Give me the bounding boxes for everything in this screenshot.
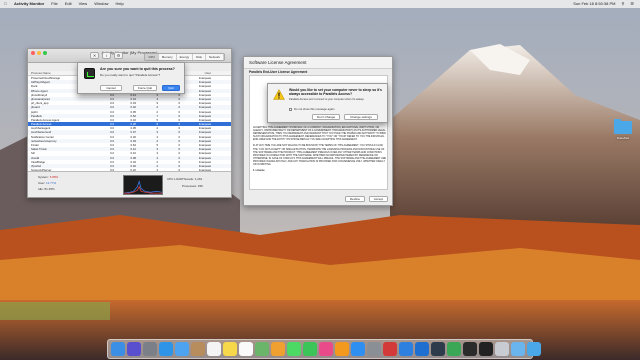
chrome-icon[interactable] [447, 342, 461, 356]
menu-window[interactable]: Window [94, 0, 108, 8]
folder-label: DokuStor [616, 136, 630, 140]
tab-cpu[interactable]: CPU [145, 54, 159, 60]
launchpad-icon[interactable] [143, 342, 157, 356]
facetime-icon[interactable] [303, 342, 317, 356]
change-settings-button[interactable]: Change settings [344, 114, 378, 120]
tab-energy[interactable]: Energy [177, 54, 194, 60]
license-paragraph: ACCEPTING THIS AGREEMENT ON BEHALF OF A … [253, 126, 386, 142]
folder-icon[interactable] [511, 342, 525, 356]
trash-icon[interactable] [495, 342, 509, 356]
app-icon-2[interactable] [431, 342, 445, 356]
reminders-icon[interactable] [239, 342, 253, 356]
menu-file[interactable]: File [51, 0, 57, 8]
messages-icon[interactable] [287, 342, 301, 356]
terminal-icon[interactable] [479, 342, 493, 356]
license-paragraph: IF AT ANY TIME YOU ARE NOT WILLING TO BE… [253, 144, 387, 167]
ibooks-icon[interactable] [335, 342, 349, 356]
safari-icon[interactable] [159, 342, 173, 356]
appstore-icon[interactable] [351, 342, 365, 356]
gear-menu-button[interactable]: ⚙ [114, 52, 123, 59]
processes-stat: Processes: 339 [182, 184, 203, 188]
quit-process-sheet: Are you sure you want to quit this proce… [77, 62, 185, 94]
license-window: Software License Agreement Parallels End… [243, 56, 393, 206]
itunes-icon[interactable] [319, 342, 333, 356]
accept-button[interactable]: Accept [369, 196, 388, 202]
parallels-icon[interactable] [383, 342, 397, 356]
tab-network[interactable]: Network [206, 54, 224, 60]
threads-stat: Threads: 1,291 [182, 177, 203, 181]
dock [107, 339, 541, 359]
calendar-icon[interactable] [207, 342, 221, 356]
force-quit-button[interactable]: Force Quit [133, 85, 157, 91]
contacts-icon[interactable] [191, 342, 205, 356]
minimize-button[interactable] [37, 51, 41, 55]
quit-sheet-message: Do you really want to quit "Parallels Ac… [100, 73, 161, 77]
user-stat: User: 12.77% [38, 181, 57, 185]
license-section-heading: 1. License [253, 169, 265, 173]
dont-show-again-checkbox[interactable]: Do not show this message again [289, 107, 334, 111]
folder-icon [614, 119, 632, 134]
stop-process-button[interactable]: ✕ [90, 52, 99, 59]
sleep-alert-title: Would you like to set your computer neve… [289, 88, 382, 96]
menubar-clock[interactable]: Sun Feb 18 8:50:38 PM [573, 0, 615, 8]
spotlight-icon[interactable]: ⚲ [621, 0, 624, 8]
activity-monitor-icon [84, 68, 95, 79]
cancel-button[interactable]: Cancel [100, 85, 122, 91]
cpu-load-graph [123, 175, 163, 195]
sleep-alert-message: Parallels Access won't connect to your c… [289, 98, 365, 101]
menu-app-name[interactable]: Activity Monitor [14, 0, 44, 8]
menu-view[interactable]: View [79, 0, 88, 8]
notification-center-icon[interactable]: ☰ [630, 0, 634, 8]
activity-monitor-toolbar: Activity Monitor (My Processes) ✕ i ⚙ CP… [28, 49, 231, 63]
preferences-icon[interactable] [367, 342, 381, 356]
inspect-button[interactable]: i [102, 52, 111, 59]
finder-icon[interactable] [111, 342, 125, 356]
checkbox-label: Do not show this message again [294, 107, 335, 111]
apple-icon[interactable]:  [4, 0, 7, 8]
column-header-user[interactable]: User [184, 71, 214, 75]
menu-edit[interactable]: Edit [65, 0, 72, 8]
system-stat: System: 5.88% [38, 175, 59, 179]
license-text: ACCEPTING THIS AGREEMENT ON BEHALF OF A … [253, 126, 386, 175]
maps-icon[interactable] [255, 342, 269, 356]
siri-icon[interactable] [127, 342, 141, 356]
license-subtitle: Parallels End-User License Agreement [249, 70, 308, 74]
xcode-icon[interactable] [399, 342, 413, 356]
cpu-load-label: CPU LOAD [167, 177, 183, 181]
license-footer: Decline Accept [244, 193, 392, 205]
window-controls [31, 51, 47, 55]
warning-icon [273, 89, 285, 100]
tab-memory[interactable]: Memory [159, 54, 177, 60]
teamviewer-icon[interactable] [415, 342, 429, 356]
zoom-button[interactable] [43, 51, 47, 55]
tab-bar: CPU Memory Energy Disk Network [144, 53, 225, 61]
menu-help[interactable]: Help [115, 0, 123, 8]
idle-stat: Idle: 81.35% [38, 187, 55, 191]
photos-icon[interactable] [271, 342, 285, 356]
mail-icon[interactable] [175, 342, 189, 356]
license-window-title: Software License Agreement [244, 57, 392, 69]
menu-bar:  Activity Monitor File Edit View Window… [0, 0, 640, 8]
activity-monitor-icon[interactable] [463, 342, 477, 356]
cpu-summary-panel: System: 5.88% User: 12.77% Idle: 81.35% … [28, 171, 231, 197]
checkbox-box[interactable] [289, 107, 292, 111]
tab-disk[interactable]: Disk [193, 54, 206, 60]
sleep-settings-alert: Would you like to set your computer neve… [267, 83, 388, 123]
downloads-icon[interactable] [527, 342, 541, 356]
close-button[interactable] [31, 51, 35, 55]
notes-icon[interactable] [223, 342, 237, 356]
dont-change-button[interactable]: Don't Change [312, 114, 340, 120]
quit-sheet-title: Are you sure you want to quit this proce… [100, 67, 175, 71]
desktop-folder[interactable]: DokuStor [613, 119, 633, 143]
quit-button[interactable]: Quit [162, 85, 180, 91]
decline-button[interactable]: Decline [345, 196, 365, 202]
